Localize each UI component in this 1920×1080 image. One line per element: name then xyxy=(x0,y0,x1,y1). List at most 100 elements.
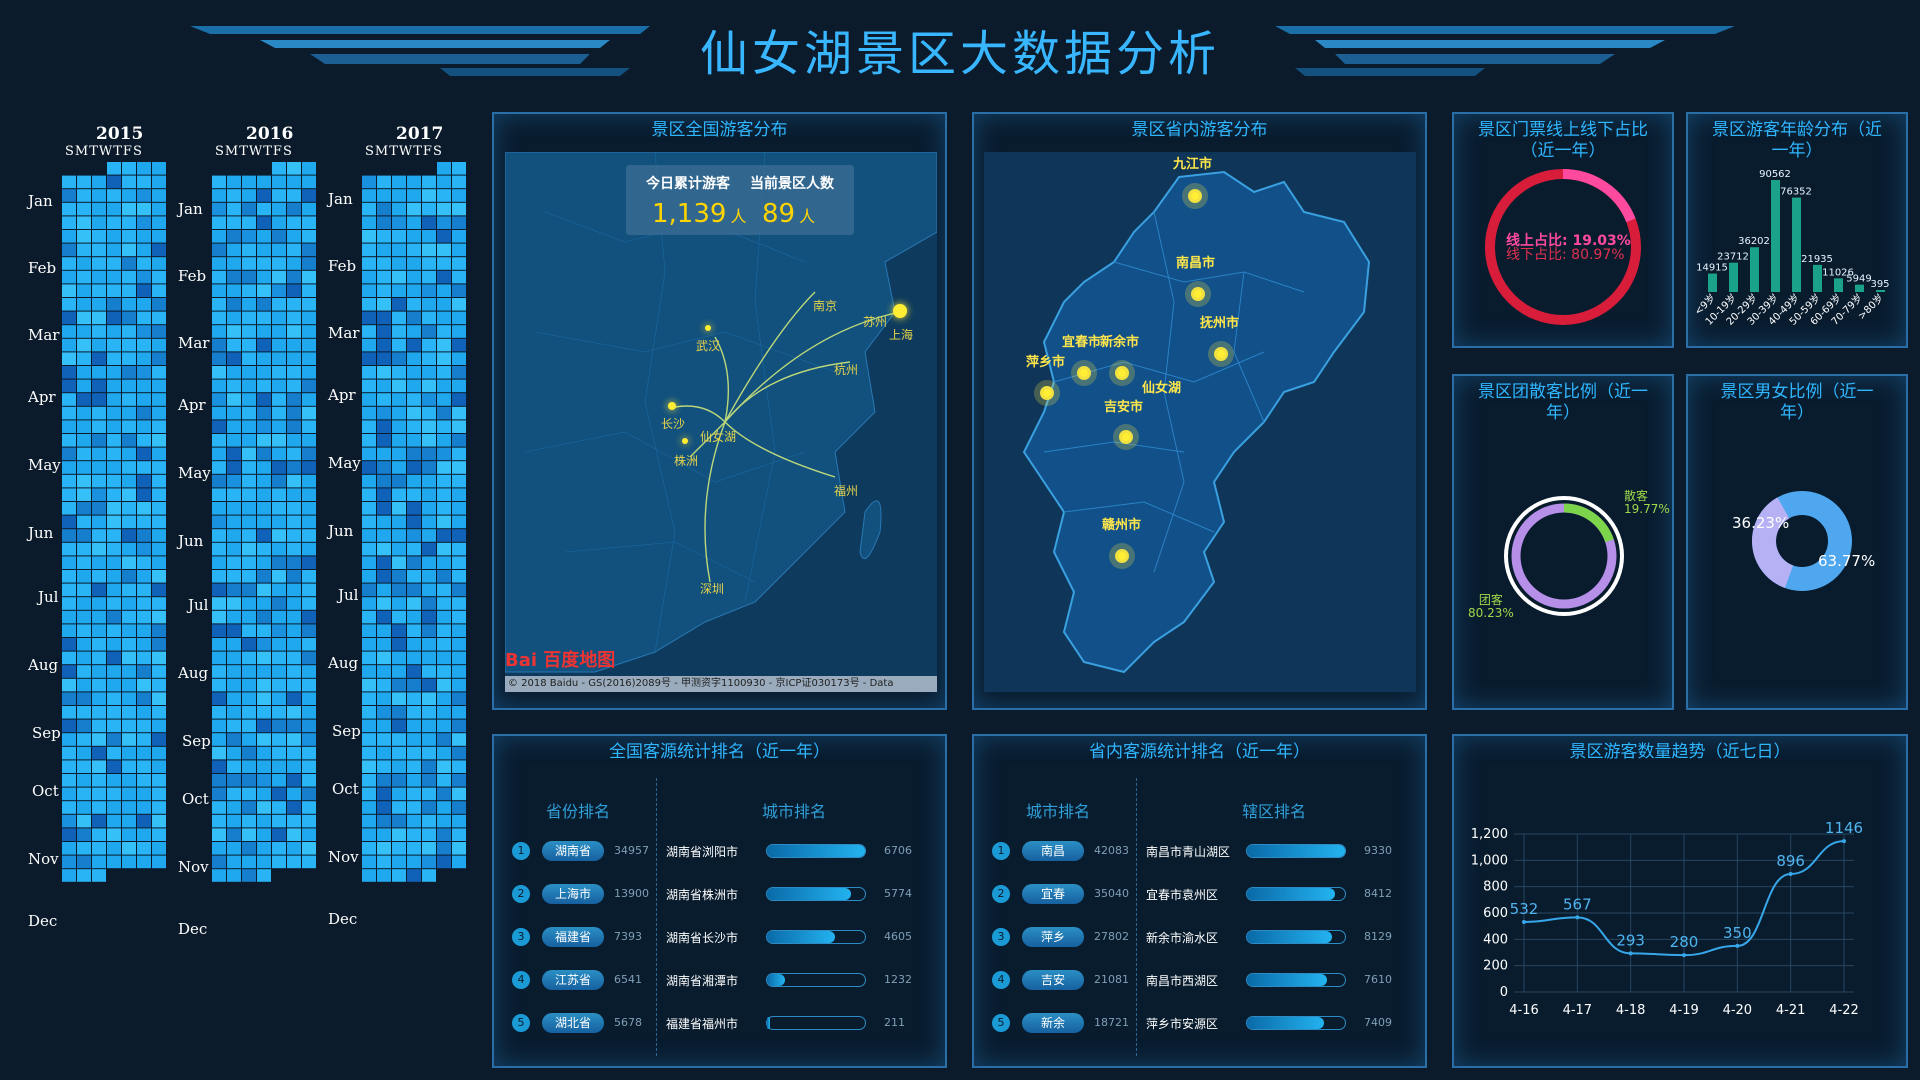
province-map[interactable] xyxy=(984,152,1416,692)
province-city-dot[interactable] xyxy=(1115,549,1129,563)
calendar-day-cell xyxy=(377,270,391,284)
province-city-dot[interactable] xyxy=(1115,366,1129,380)
rank-name-pill[interactable]: 新余 xyxy=(1022,1013,1084,1033)
calendar-day-cell xyxy=(392,760,406,773)
calendar-day-cell xyxy=(107,787,121,801)
group-label: 团客 80.23% xyxy=(1468,594,1514,620)
calendar-day-cell xyxy=(212,202,226,216)
calendar-day-cell xyxy=(392,542,406,556)
calendar-day-cell xyxy=(407,828,421,841)
rank-name-pill[interactable]: 福建省 xyxy=(542,927,604,947)
calendar-day-cell xyxy=(227,787,241,801)
trend-point[interactable] xyxy=(1682,953,1686,958)
calendar-day-cell xyxy=(377,298,391,311)
calendar-day-cell xyxy=(452,379,466,393)
calendar-day-cell xyxy=(212,801,226,814)
calendar-day-cell xyxy=(362,719,376,733)
calendar-day-cell xyxy=(107,434,121,447)
calendar-day-cell xyxy=(302,719,316,733)
rank-name-pill[interactable]: 吉安 xyxy=(1022,970,1084,990)
calendar-day-cell xyxy=(77,692,91,705)
calendar-day-cell xyxy=(152,270,166,284)
rank-name-pill[interactable]: 宜春 xyxy=(1022,884,1084,904)
calendar-day-cell xyxy=(92,583,106,597)
province-city-dot[interactable] xyxy=(1214,347,1228,361)
calendar-day-cell xyxy=(452,610,466,624)
calendar-day-cell xyxy=(377,814,391,828)
calendar-day-cell xyxy=(137,515,151,529)
calendar-day-cell xyxy=(257,311,271,325)
calendar-day-cell xyxy=(302,678,316,692)
calendar-day-cell xyxy=(227,202,241,216)
calendar-day-cell xyxy=(62,202,76,216)
rank-bar-fill xyxy=(1247,931,1333,943)
calendar-day-cell xyxy=(212,434,226,447)
calendar-day-cell xyxy=(422,529,436,542)
calendar-day-cell xyxy=(227,610,241,624)
calendar-day-cell xyxy=(152,706,166,719)
province-city-dot[interactable] xyxy=(1077,366,1091,380)
trend-point[interactable] xyxy=(1788,872,1793,877)
calendar-day-cell xyxy=(422,828,436,841)
trend-point[interactable] xyxy=(1628,951,1633,956)
calendar-day-cell xyxy=(227,393,241,406)
calendar-day-cell xyxy=(422,760,436,773)
calendar-day-cell xyxy=(272,406,286,420)
calendar-day-cell xyxy=(77,583,91,597)
calendar-day-cell xyxy=(137,583,151,597)
calendar-day-cell xyxy=(407,624,421,637)
province-city-dot[interactable] xyxy=(1191,287,1205,301)
rank-name-pill[interactable]: 湖北省 xyxy=(542,1013,604,1033)
province-city-dot[interactable] xyxy=(1040,386,1054,400)
calendar-day-cell xyxy=(92,610,106,624)
rank-name-pill[interactable]: 南昌 xyxy=(1022,841,1084,861)
calendar-day-cell xyxy=(77,570,91,583)
calendar-day-cell xyxy=(212,216,226,229)
calendar-day-cell xyxy=(107,243,121,257)
province-city-dot[interactable] xyxy=(1119,430,1133,444)
trend-point[interactable] xyxy=(1735,943,1740,948)
calendar-day-cell xyxy=(77,202,91,216)
province-city-dot[interactable] xyxy=(1188,189,1202,203)
calendar-day-cell xyxy=(452,746,466,760)
calendar-day-cell xyxy=(302,502,316,515)
calendar-day-cell xyxy=(377,597,391,610)
calendar-day-cell xyxy=(107,515,121,529)
calendar-day-cell xyxy=(212,638,226,651)
trend-point[interactable] xyxy=(1575,915,1580,920)
calendar-day-cell xyxy=(392,746,406,760)
calendar-day-cell xyxy=(227,243,241,257)
calendar-day-cell xyxy=(62,624,76,637)
calendar-day-cell xyxy=(452,760,466,773)
calendar-day-cell xyxy=(302,529,316,542)
calendar-day-cell xyxy=(407,855,421,869)
calendar-day-cell xyxy=(77,502,91,515)
calendar-day-cell xyxy=(287,352,301,365)
rank-bar xyxy=(766,1016,866,1030)
calendar-day-cell xyxy=(287,610,301,624)
calendar-day-cell xyxy=(302,284,316,297)
rank-name-pill[interactable]: 江苏省 xyxy=(542,970,604,990)
trend-point[interactable] xyxy=(1522,919,1526,924)
rank-name-pill[interactable]: 上海市 xyxy=(542,884,604,904)
calendar-day-cell xyxy=(107,352,121,365)
calendar-day-cell xyxy=(62,502,76,515)
calendar-day-cell xyxy=(377,801,391,814)
calendar-day-cell xyxy=(212,678,226,692)
calendar-day-cell xyxy=(242,447,256,461)
calendar-day-cell xyxy=(122,801,136,814)
calendar-day-cell xyxy=(422,502,436,515)
calendar-day-cell xyxy=(377,719,391,733)
calendar-day-cell xyxy=(437,216,451,229)
calendar-day-cell xyxy=(272,719,286,733)
trend-point[interactable] xyxy=(1842,839,1846,844)
age-bar xyxy=(1876,290,1885,292)
calendar-day-cell xyxy=(452,842,466,855)
rank-name-pill[interactable]: 湖南省 xyxy=(542,841,604,861)
calendar-day-cell xyxy=(122,828,136,841)
rank-name-pill[interactable]: 萍乡 xyxy=(1022,927,1084,947)
calendar-day-cell xyxy=(257,202,271,216)
calendar-day-cell xyxy=(452,447,466,461)
calendar-day-cell xyxy=(287,719,301,733)
calendar-day-cell xyxy=(107,706,121,719)
